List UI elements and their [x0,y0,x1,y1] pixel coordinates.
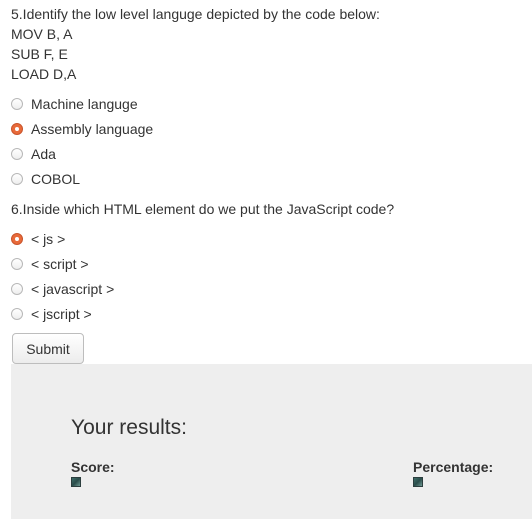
option-label: Machine languge [31,95,138,112]
option-machine-language[interactable]: Machine languge [11,91,153,116]
code-line: LOAD D,A [11,66,77,82]
option-jscript[interactable]: < jscript > [11,301,114,326]
submit-button[interactable]: Submit [12,333,84,364]
results-panel: Your results: Score: Percentage: [11,364,532,519]
question-5-options: Machine languge Assembly language Ada CO… [11,91,153,191]
option-script[interactable]: < script > [11,251,114,276]
percentage-label: Percentage: [413,459,494,475]
option-label: < jscript > [31,305,92,322]
option-ada[interactable]: Ada [11,141,153,166]
option-javascript[interactable]: < javascript > [11,276,114,301]
quiz-page: 5.Identify the low level languge depicte… [0,0,532,519]
score-label: Score: [71,459,115,475]
option-label: < js > [31,230,66,247]
question-6-text: 6.Inside which HTML element do we put th… [11,201,395,217]
question-6: 6.Inside which HTML element do we put th… [11,199,394,219]
option-cobol[interactable]: COBOL [11,166,153,191]
question-6-options: < js > < script > < javascript > < jscri… [11,226,114,326]
radio-button-selected[interactable] [11,122,23,135]
option-label: Ada [31,145,56,162]
option-label: Assembly language [31,120,154,137]
option-js[interactable]: < js > [11,226,114,251]
percentage-placeholder-icon [413,477,423,487]
radio-button[interactable] [11,172,23,185]
results-title: Your results: [71,416,187,439]
code-line: SUB F, E [11,46,68,62]
option-label: COBOL [31,170,81,187]
radio-button[interactable] [11,307,23,320]
question-5-text: 5.Identify the low level languge depicte… [11,6,380,22]
radio-button-selected[interactable] [11,232,23,245]
radio-button[interactable] [11,257,23,270]
option-label: < javascript > [31,280,115,297]
code-line: MOV B, A [11,26,73,42]
radio-button[interactable] [11,147,23,160]
option-label: < script > [31,255,89,272]
question-5: 5.Identify the low level languge depicte… [11,4,380,84]
score-placeholder-icon [71,477,81,487]
radio-button[interactable] [11,282,23,295]
radio-button[interactable] [11,97,23,110]
option-assembly-language[interactable]: Assembly language [11,116,153,141]
